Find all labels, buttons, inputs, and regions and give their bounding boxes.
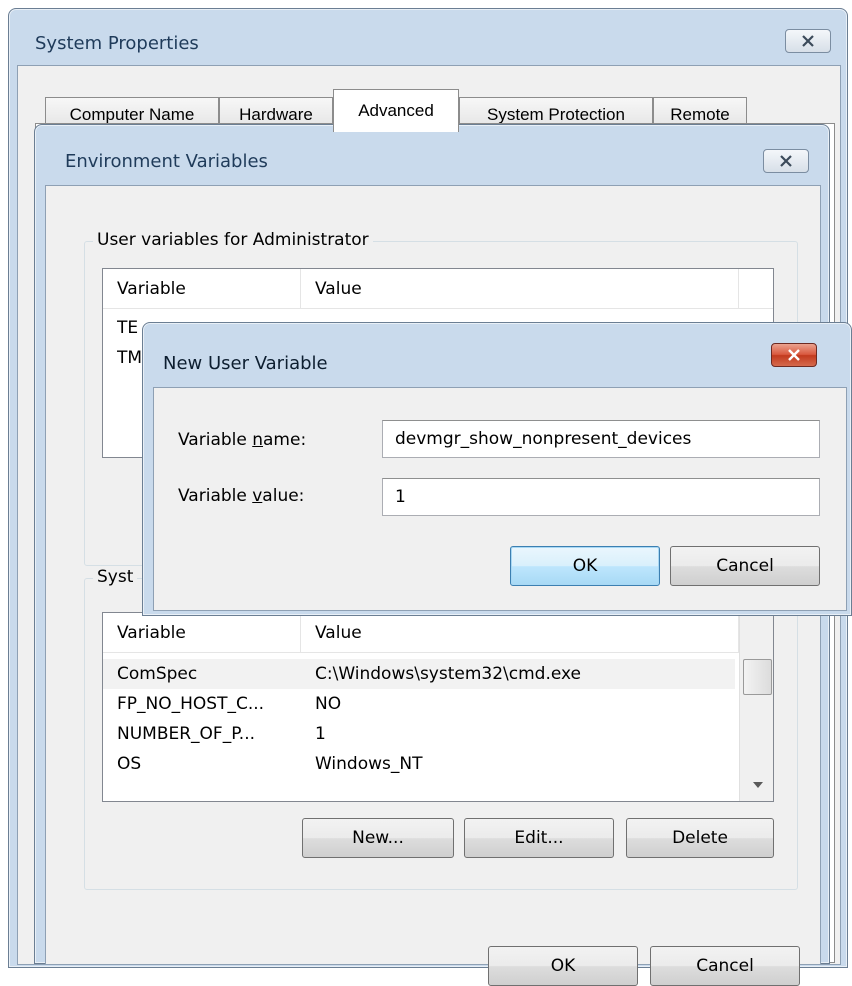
close-icon (780, 155, 792, 167)
tab-advanced[interactable]: Advanced (333, 89, 459, 132)
value-cell: Windows_NT (315, 754, 423, 774)
value-cell: C:\Windows\system32\cmd.exe (315, 664, 582, 684)
list-header: Variable Value (103, 613, 773, 653)
new-button[interactable]: New... (302, 818, 454, 858)
close-icon (788, 349, 800, 361)
user-variables-group-label: User variables for Administrator (93, 230, 373, 250)
new-user-variable-close-button[interactable] (771, 343, 817, 367)
system-variables-group-label: Syst (93, 567, 138, 587)
variable-name-field[interactable]: devmgr_show_nonpresent_devices (382, 420, 820, 458)
variable-value-label: Variable value: (178, 486, 305, 506)
scroll-down-arrow-icon[interactable] (752, 781, 764, 789)
variable-cell: FP_NO_HOST_C... (117, 694, 265, 714)
variable-cell: OS (117, 754, 142, 774)
variable-cell: TM (117, 348, 143, 368)
system-variables-list[interactable]: Variable Value ComSpec C:\Windows\system… (102, 612, 774, 802)
column-header-value[interactable]: Value (301, 269, 739, 309)
variable-value-field[interactable]: 1 (382, 478, 820, 516)
variable-cell: NUMBER_OF_P... (117, 724, 256, 744)
delete-button[interactable]: Delete (626, 818, 774, 858)
system-properties-title: System Properties (35, 33, 199, 54)
ok-button[interactable]: OK (510, 546, 660, 586)
scrollbar-thumb[interactable] (743, 659, 772, 695)
close-icon (802, 35, 814, 47)
cancel-button[interactable]: Cancel (650, 946, 800, 986)
cancel-button[interactable]: Cancel (670, 546, 820, 586)
value-cell: 1 (315, 724, 326, 744)
column-header-variable[interactable]: Variable (103, 613, 301, 653)
list-header: Variable Value (103, 269, 773, 309)
new-user-variable-client: Variable name: devmgr_show_nonpresent_de… (153, 387, 847, 611)
list-item[interactable]: OS Windows_NT (103, 749, 735, 779)
column-header-variable[interactable]: Variable (103, 269, 301, 309)
list-item[interactable]: NUMBER_OF_P... 1 (103, 719, 735, 749)
environment-variables-title: Environment Variables (65, 151, 268, 172)
variable-name-label: Variable name: (178, 430, 307, 450)
new-user-variable-window: New User Variable Variable name: devmgr_… (142, 322, 852, 616)
ok-button[interactable]: OK (488, 946, 638, 986)
environment-variables-close-button[interactable] (763, 149, 809, 173)
vertical-scrollbar[interactable] (739, 613, 773, 801)
new-user-variable-title: New User Variable (163, 353, 328, 374)
list-item[interactable]: ComSpec C:\Windows\system32\cmd.exe (103, 659, 735, 689)
system-properties-close-button[interactable] (785, 29, 831, 53)
list-item[interactable]: FP_NO_HOST_C... NO (103, 689, 735, 719)
value-cell: NO (315, 694, 342, 714)
variable-cell: TE (117, 318, 139, 338)
variable-cell: ComSpec (117, 664, 198, 684)
edit-button[interactable]: Edit... (464, 818, 614, 858)
column-header-value[interactable]: Value (301, 613, 739, 653)
